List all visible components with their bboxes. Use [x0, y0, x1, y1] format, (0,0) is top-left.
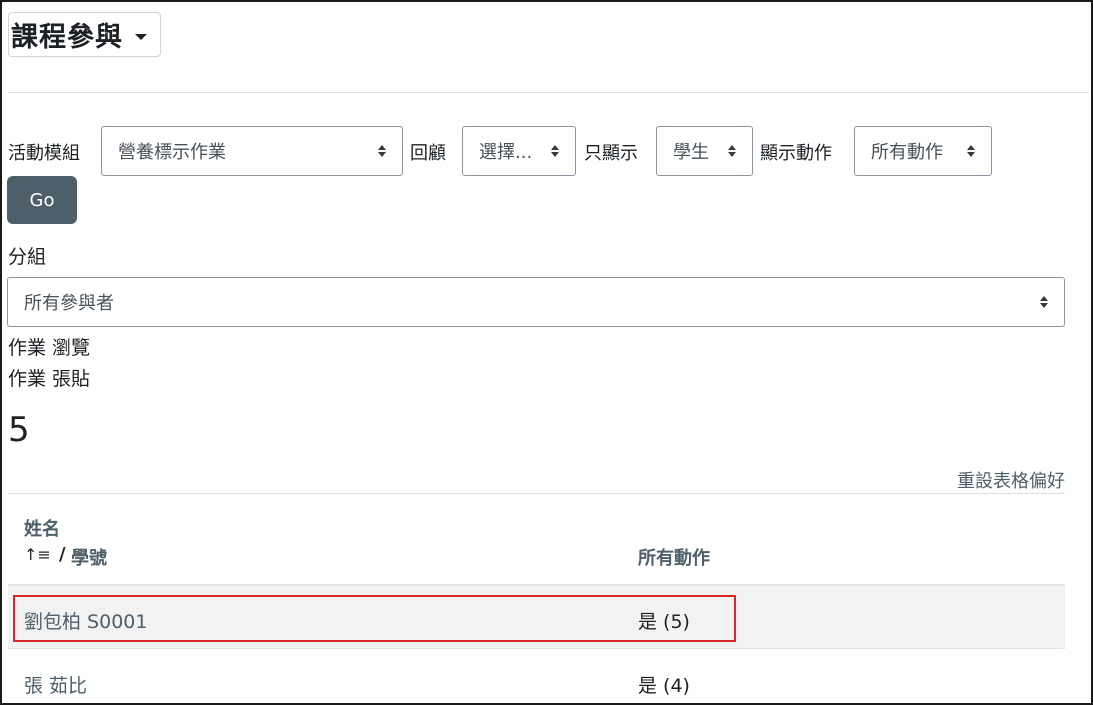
row-actions-value: 是 (5) — [638, 611, 690, 633]
page-title-dropdown[interactable]: 課程參與 — [8, 12, 161, 57]
participant-count: 5 — [8, 410, 30, 450]
select-arrows-icon — [377, 145, 386, 157]
caret-down-icon — [135, 33, 147, 40]
row-name-link[interactable]: 劉包柏 S0001 — [24, 607, 147, 634]
row-actions-value: 是 (4) — [638, 675, 690, 697]
group-select-value: 所有參與者 — [24, 293, 114, 314]
lookback-select-value: 選擇... — [479, 142, 533, 163]
show-actions-select[interactable]: 所有動作 — [854, 126, 992, 176]
group-select[interactable]: 所有參與者 — [7, 277, 1065, 327]
lookback-select[interactable]: 選擇... — [462, 126, 576, 176]
table-row — [8, 586, 1065, 648]
page-title: 課程參與 — [11, 22, 123, 53]
select-arrows-icon — [727, 145, 736, 157]
group-label: 分組 — [8, 246, 47, 268]
activity-label: 活動模組 — [8, 143, 80, 164]
show-only-label: 只顯示 — [584, 143, 638, 164]
column-header-name[interactable]: 姓名 — [24, 515, 60, 541]
column-header-separator: / — [59, 544, 66, 565]
show-only-select-value: 學生 — [673, 142, 709, 163]
row-name-link[interactable]: 張 茹比 — [24, 671, 87, 698]
sort-ascending-icon[interactable]: ↑≡ — [24, 545, 51, 564]
column-header-actions: 所有動作 — [638, 548, 710, 569]
column-header-id[interactable]: 學號 — [71, 544, 107, 570]
go-button[interactable]: Go — [7, 176, 77, 224]
info-line-post: 作業 張貼 — [8, 368, 91, 390]
table-top-divider — [8, 493, 1065, 494]
activity-select-value: 營養標示作業 — [118, 142, 226, 163]
info-line-view: 作業 瀏覽 — [8, 337, 91, 359]
select-arrows-icon — [966, 145, 975, 157]
select-arrows-icon — [1039, 296, 1048, 308]
table-row-divider — [8, 648, 1065, 649]
lookback-label: 回顧 — [410, 143, 446, 164]
activity-select[interactable]: 營養標示作業 — [101, 126, 403, 176]
show-only-select[interactable]: 學生 — [656, 126, 753, 176]
show-actions-label: 顯示動作 — [760, 143, 832, 164]
show-actions-select-value: 所有動作 — [871, 142, 943, 163]
reset-table-preferences-link[interactable]: 重設表格偏好 — [957, 467, 1065, 493]
header-divider — [8, 92, 1089, 93]
select-arrows-icon — [550, 145, 559, 157]
